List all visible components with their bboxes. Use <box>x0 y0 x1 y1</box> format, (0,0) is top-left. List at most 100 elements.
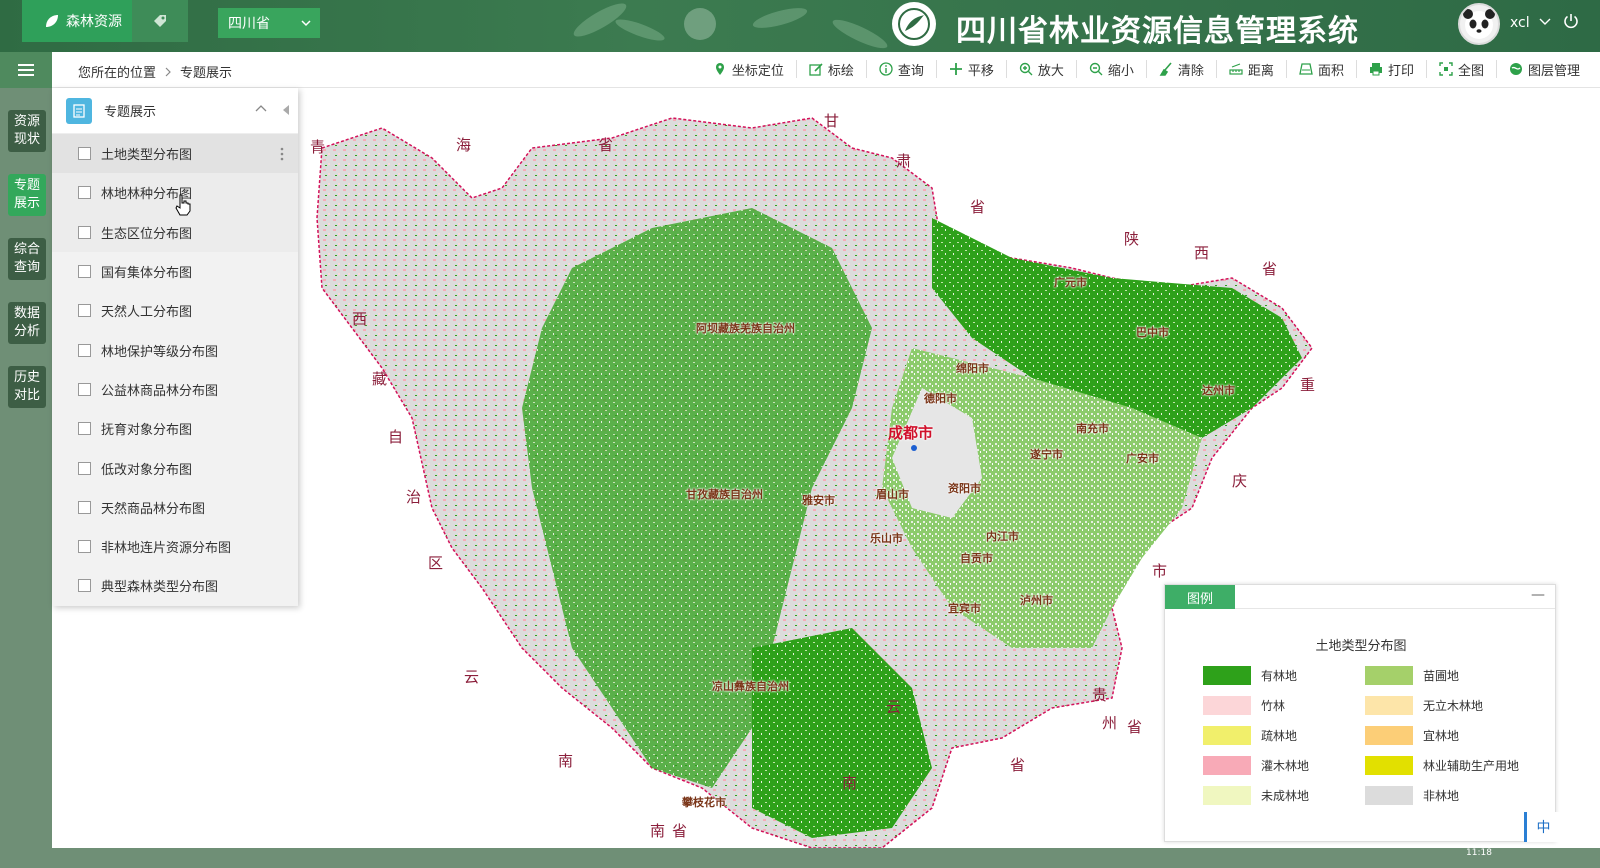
ime-indicator[interactable]: 中 <box>1524 812 1560 842</box>
city-label[interactable]: 资阳市 <box>948 480 981 496</box>
left-nav: 资源 现状 专题 展示 综合 查询 数据 分析 历史 对比 <box>0 88 52 868</box>
legend-swatch <box>1365 755 1413 775</box>
city-label[interactable]: 内江市 <box>986 528 1019 544</box>
breadcrumb-bar: 您所在的位置 专题展示 坐标定位 标绘 查询 平移 放大 缩小 清除 距离 面积… <box>52 52 1600 88</box>
city-label[interactable]: 眉山市 <box>876 486 909 502</box>
layer-item[interactable]: 天然人工分布图 <box>52 291 298 330</box>
layer-label: 公益林商品林分布图 <box>101 383 219 399</box>
layer-label: 生态区位分布图 <box>101 226 193 242</box>
city-label[interactable]: 达州市 <box>1202 382 1235 398</box>
breadcrumb-current: 专题展示 <box>180 66 233 81</box>
layer-checkbox[interactable] <box>78 579 91 593</box>
username[interactable]: xcl <box>1510 15 1530 31</box>
tool-zoom-in-button[interactable]: 放大 <box>1007 60 1077 79</box>
province-select[interactable]: 四川省 <box>218 8 320 38</box>
layer-item[interactable]: 公益林商品林分布图 <box>52 370 298 409</box>
chevron-up-icon[interactable] <box>254 102 268 116</box>
region-label[interactable]: 凉山彝族自治州 <box>712 678 789 694</box>
layer-item[interactable]: 生态区位分布图 <box>52 212 298 252</box>
tool-query-button[interactable]: 查询 <box>867 60 937 79</box>
neighbor-label: 市 <box>1152 562 1168 580</box>
neighbor-label: 州 <box>1102 714 1118 732</box>
city-label[interactable]: 巴中市 <box>1136 324 1169 340</box>
nav-item-data-analysis[interactable]: 数据 分析 <box>8 302 46 344</box>
city-label[interactable]: 南充市 <box>1076 420 1109 436</box>
layer-checkbox[interactable] <box>78 540 91 554</box>
tool-area-button[interactable]: 面积 <box>1287 60 1357 79</box>
city-label[interactable]: 自贡市 <box>960 550 993 566</box>
tool-full-extent-button[interactable]: 全图 <box>1427 60 1497 79</box>
layer-checkbox[interactable] <box>78 147 91 161</box>
layer-item[interactable]: 林地保护等级分布图 <box>52 330 298 369</box>
city-label[interactable]: 德阳市 <box>924 390 957 406</box>
location-pin-icon <box>715 63 724 75</box>
power-icon[interactable] <box>1562 12 1580 30</box>
region-label[interactable]: 甘孜藏族自治州 <box>686 486 763 502</box>
layer-item[interactable]: 低改对象分布图 <box>52 448 298 487</box>
legend-label: 有林地 <box>1261 668 1298 683</box>
layer-checkbox[interactable] <box>78 304 91 318</box>
neighbor-label: 南 <box>558 752 574 770</box>
city-label[interactable]: 广元市 <box>1054 274 1087 290</box>
layer-checkbox[interactable] <box>78 422 91 436</box>
pan-icon <box>949 63 962 75</box>
neighbor-label: 青 <box>310 138 326 156</box>
tool-locate-button[interactable]: 坐标定位 <box>701 60 797 79</box>
region-label[interactable]: 阿坝藏族羌族自治州 <box>696 320 795 336</box>
minimize-icon[interactable]: — <box>1531 587 1545 603</box>
tool-distance-button[interactable]: 距离 <box>1217 60 1287 79</box>
tool-pan-button[interactable]: 平移 <box>937 60 1007 79</box>
tag-icon <box>154 15 166 27</box>
full-extent-icon <box>1439 62 1453 76</box>
city-label[interactable]: 乐山市 <box>870 530 903 546</box>
tool-clear-button[interactable]: 清除 <box>1147 60 1217 79</box>
city-label[interactable]: 遂宁市 <box>1030 446 1063 462</box>
capital-label[interactable]: 成都市 <box>888 422 933 443</box>
neighbor-label: 省 <box>1262 260 1278 278</box>
nav-item-resource-status[interactable]: 资源 现状 <box>8 110 46 152</box>
nav-item-history-compare[interactable]: 历史 对比 <box>8 366 46 408</box>
layer-item[interactable]: 天然商品林分布图 <box>52 488 298 527</box>
city-label[interactable]: 绵阳市 <box>956 360 989 376</box>
legend-swatch <box>1365 725 1413 745</box>
clear-icon <box>1159 62 1172 76</box>
tool-zoom-out-button[interactable]: 缩小 <box>1077 60 1147 79</box>
layer-item[interactable]: 国有集体分布图 <box>52 252 298 291</box>
layer-item[interactable]: 典型森林类型分布图 <box>52 566 298 605</box>
layer-checkbox[interactable] <box>78 186 91 200</box>
city-label[interactable]: 攀枝花市 <box>682 794 726 810</box>
legend-label: 无立木林地 <box>1423 698 1484 713</box>
layer-item[interactable]: 土地类型分布图 <box>52 134 298 174</box>
city-label[interactable]: 宜宾市 <box>948 600 981 616</box>
city-label[interactable]: 雅安市 <box>802 492 835 508</box>
layer-item[interactable]: 抚育对象分布图 <box>52 409 298 448</box>
nav-item-theme-display[interactable]: 专题 展示 <box>8 174 46 216</box>
layer-checkbox[interactable] <box>78 461 91 475</box>
document-icon <box>66 97 92 124</box>
layer-checkbox[interactable] <box>78 343 91 357</box>
avatar[interactable] <box>1458 3 1500 45</box>
layer-checkbox[interactable] <box>78 265 91 279</box>
more-vertical-icon[interactable] <box>280 146 284 162</box>
layer-item[interactable]: 非林地连片资源分布图 <box>52 527 298 566</box>
brand-tab-forest[interactable]: 森林资源 <box>22 0 132 42</box>
legend-tab[interactable]: 图例 <box>1165 585 1235 609</box>
layer-checkbox[interactable] <box>78 500 91 514</box>
tool-draw-button[interactable]: 标绘 <box>797 60 867 79</box>
layer-checkbox[interactable] <box>78 382 91 396</box>
tool-print-button[interactable]: 打印 <box>1357 60 1427 79</box>
tool-layers-button[interactable]: 图层管理 <box>1497 60 1592 79</box>
legend-swatch <box>1365 785 1413 805</box>
triangle-left-icon[interactable] <box>282 105 290 115</box>
breadcrumb-prefix: 您所在的位置 <box>78 66 157 81</box>
legend-items: 有林地 苗圃地 竹林 无立木林地 疏林地 宜林地 灌木林地 林业辅助生产用地 未… <box>1203 665 1545 805</box>
city-label[interactable]: 泸州市 <box>1020 592 1053 608</box>
legend-item: 苗圃地 <box>1365 665 1545 685</box>
tag-button[interactable] <box>132 0 188 42</box>
nav-item-comprehensive-query[interactable]: 综合 查询 <box>8 238 46 280</box>
city-label[interactable]: 广安市 <box>1126 450 1159 466</box>
chevron-down-icon[interactable] <box>1538 14 1552 28</box>
menu-toggle-button[interactable] <box>0 52 52 88</box>
layer-checkbox[interactable] <box>78 225 91 239</box>
layer-label: 国有集体分布图 <box>101 266 193 282</box>
